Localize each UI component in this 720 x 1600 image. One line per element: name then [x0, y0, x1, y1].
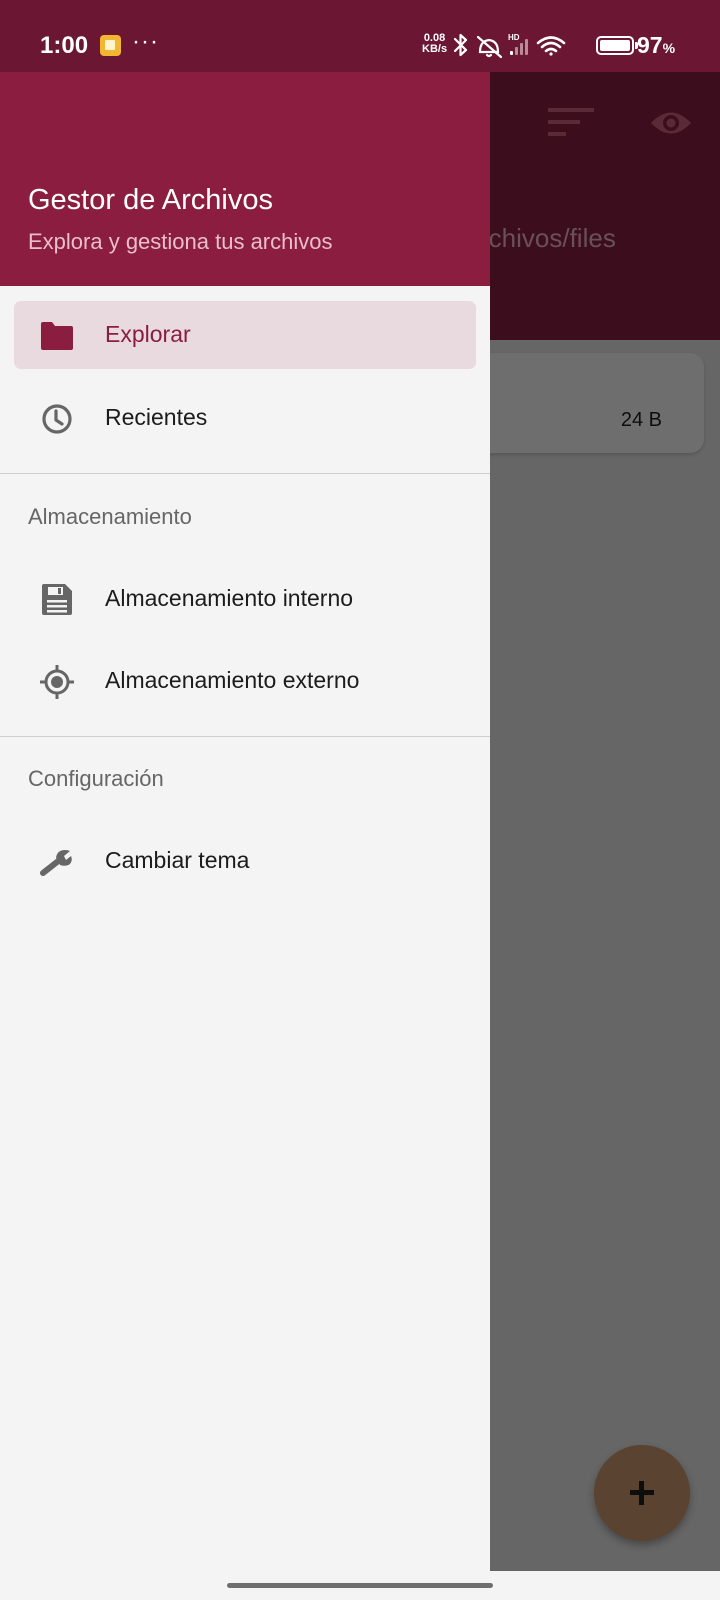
status-time: 1:00 — [40, 32, 89, 59]
battery-icon — [596, 36, 638, 55]
nav-item-almacenamiento-interno[interactable]: Almacenamiento interno — [14, 565, 476, 633]
drawer-title: Gestor de Archivos — [28, 184, 273, 216]
divider — [0, 736, 490, 737]
divider — [0, 473, 490, 474]
section-label-configuracion: Configuración — [28, 766, 164, 791]
nav-item-label: Almacenamiento externo — [105, 667, 360, 693]
navigation-drawer: Gestor de Archivos Explora y gestiona tu… — [0, 72, 490, 1571]
gps-icon — [40, 665, 74, 699]
eye-icon — [651, 112, 691, 134]
sort-icon — [548, 108, 594, 136]
current-path: rchivos/files — [480, 223, 616, 253]
more-notifications-icon: ··· — [132, 28, 159, 55]
battery-percent: 97% — [637, 32, 675, 59]
network-speed-unit: KB/s — [422, 43, 448, 55]
nav-item-explorar[interactable]: Explorar — [14, 301, 476, 369]
plus-icon — [630, 1481, 654, 1505]
nav-item-cambiar-tema[interactable]: Cambiar tema — [14, 827, 476, 895]
network-speed: 0.08 KB/s — [422, 33, 447, 55]
battery-percent-value: 97 — [637, 32, 663, 58]
nav-item-almacenamiento-externo[interactable]: Almacenamiento externo — [14, 647, 476, 715]
battery-percent-sign: % — [662, 40, 676, 56]
nav-item-label: Recientes — [105, 404, 208, 430]
file-size: 24 B — [620, 409, 662, 431]
nav-item-recientes[interactable]: Recientes — [14, 384, 476, 452]
nav-item-label: Almacenamiento interno — [105, 585, 354, 611]
section-label-almacenamiento: Almacenamiento — [28, 504, 192, 529]
nav-item-label: Explorar — [105, 321, 191, 347]
network-type-label: HD — [508, 33, 520, 42]
save-icon — [42, 584, 72, 615]
bluetooth-icon — [454, 33, 468, 57]
file-card[interactable]: 24 B — [466, 353, 704, 453]
wifi-icon — [536, 36, 566, 56]
notes-notification-icon — [100, 35, 121, 56]
clock-icon — [42, 404, 72, 434]
drawer-subtitle: Explora y gestiona tus archivos — [28, 229, 333, 254]
nav-item-label: Cambiar tema — [105, 847, 250, 873]
drawer-header: Gestor de Archivos Explora y gestiona tu… — [0, 72, 490, 286]
home-indicator[interactable] — [227, 1583, 493, 1588]
folder-icon — [41, 322, 73, 350]
system-nav-bar — [0, 1571, 720, 1600]
wrench-icon — [40, 850, 72, 876]
add-fab-button[interactable] — [594, 1445, 690, 1541]
alarm-off-icon — [476, 35, 503, 59]
signal-icon: HD — [508, 33, 528, 55]
status-bar: 1:00 ··· 0.08 KB/s HD 97% — [0, 0, 720, 72]
status-icons: HD — [454, 33, 566, 59]
